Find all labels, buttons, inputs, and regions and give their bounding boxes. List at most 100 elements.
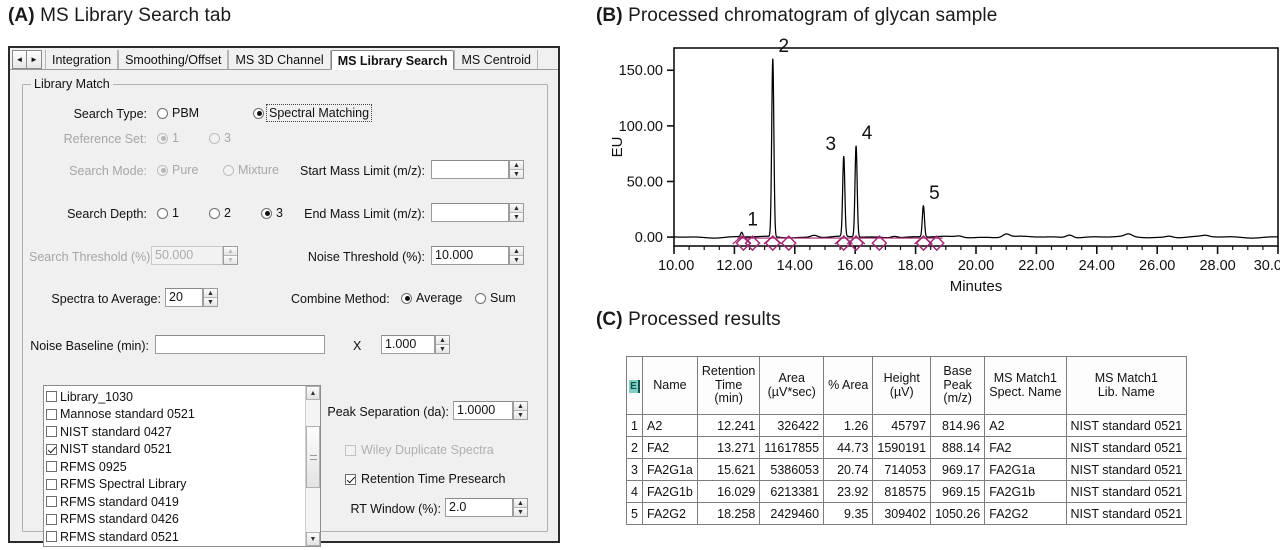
checkbox-icon[interactable] bbox=[46, 391, 57, 403]
spin-up-icon[interactable]: ▲ bbox=[224, 247, 237, 256]
scroll-down-icon[interactable]: ▼ bbox=[306, 532, 320, 546]
search-threshold-input[interactable]: 50.000 bbox=[151, 246, 223, 265]
cell-rt[interactable]: 18.258 bbox=[696, 502, 761, 525]
list-item[interactable]: RFMS standard 0426 bbox=[46, 511, 305, 529]
start-mass-limit-stepper[interactable]: ▲ ▼ bbox=[509, 160, 524, 179]
column-header-ms-match1-spect-name[interactable]: MS Match1 Spect. Name bbox=[984, 356, 1067, 415]
tab-smoothing-offset[interactable]: Smoothing/Offset bbox=[118, 50, 229, 69]
search-mode-pure-radio[interactable]: Pure bbox=[157, 163, 198, 177]
list-item[interactable]: RFMS standard 0419 bbox=[46, 493, 305, 511]
cell-area[interactable]: 5386053 bbox=[759, 458, 825, 481]
checkbox-icon[interactable] bbox=[46, 496, 57, 508]
column-header-retention-time[interactable]: Retention Time (min) bbox=[696, 356, 761, 415]
tab-ms-library-search[interactable]: MS Library Search bbox=[330, 50, 455, 70]
column-header-percent-area[interactable]: % Area bbox=[823, 356, 874, 415]
column-header-base-peak[interactable]: Base Peak (m/z) bbox=[930, 356, 986, 415]
row-number[interactable]: 5 bbox=[626, 502, 643, 525]
peak-separation-input[interactable]: 1.0000 bbox=[453, 401, 513, 420]
spin-down-icon[interactable]: ▼ bbox=[204, 298, 217, 306]
scrollbar-track[interactable] bbox=[306, 400, 320, 532]
library-list-scrollbar[interactable]: ▲ ▼ bbox=[305, 386, 320, 546]
cell-name[interactable]: FA2G1b bbox=[642, 480, 698, 503]
cell-name[interactable]: FA2G2 bbox=[642, 502, 698, 525]
list-item[interactable]: RFMS 0925 bbox=[46, 458, 305, 476]
row-number[interactable]: 1 bbox=[626, 414, 643, 437]
combine-method-average-radio[interactable]: Average bbox=[401, 291, 462, 305]
cell-rt[interactable]: 15.621 bbox=[696, 458, 761, 481]
row-number[interactable]: 4 bbox=[626, 480, 643, 503]
table-row[interactable]: 3 FA2G1a 15.621 5386053 20.74 714053 969.17 FA2… bbox=[626, 458, 1188, 481]
cell-basepk[interactable]: 888.14 bbox=[930, 436, 986, 459]
noise-baseline-factor-stepper[interactable]: ▲ ▼ bbox=[435, 335, 450, 354]
end-mass-limit-stepper[interactable]: ▲ ▼ bbox=[509, 203, 524, 222]
cell-area[interactable]: 2429460 bbox=[759, 502, 825, 525]
column-header-height[interactable]: Height (µV) bbox=[872, 356, 932, 415]
end-mass-limit-input[interactable] bbox=[431, 203, 509, 222]
noise-threshold-input[interactable]: 10.000 bbox=[431, 246, 509, 265]
cell-spect[interactable]: FA2G1b bbox=[984, 480, 1067, 503]
column-header-name[interactable]: Name bbox=[642, 356, 698, 415]
cell-area[interactable]: 11617855 bbox=[759, 436, 825, 459]
list-item[interactable]: NIST standard 0521 bbox=[46, 441, 305, 459]
spin-up-icon[interactable]: ▲ bbox=[204, 289, 217, 298]
retention-time-presearch-checkbox[interactable]: Retention Time Presearch bbox=[345, 472, 506, 486]
rt-window-stepper[interactable]: ▲ ▼ bbox=[513, 498, 528, 517]
cell-basepk[interactable]: 969.17 bbox=[930, 458, 986, 481]
cell-parea[interactable]: 44.73 bbox=[823, 436, 874, 459]
cell-rt[interactable]: 12.241 bbox=[696, 414, 761, 437]
table-row[interactable]: 4 FA2G1b 16.029 6213381 23.92 818575 969.15 FA2… bbox=[626, 480, 1188, 503]
noise-baseline-factor-input[interactable]: 1.000 bbox=[381, 335, 435, 354]
search-depth-2-radio[interactable]: 2 bbox=[209, 206, 231, 220]
row-number[interactable]: 3 bbox=[626, 458, 643, 481]
tab-scroll-right-icon[interactable]: ► bbox=[27, 50, 42, 69]
table-corner-cell[interactable]: E bbox=[626, 356, 643, 415]
list-item[interactable]: NIST standard 0427 bbox=[46, 423, 305, 441]
cell-parea[interactable]: 20.74 bbox=[823, 458, 874, 481]
reference-set-1-radio[interactable]: 1 bbox=[157, 131, 179, 145]
cell-lib[interactable]: NIST standard 0521 bbox=[1065, 480, 1188, 503]
search-depth-1-radio[interactable]: 1 bbox=[157, 206, 179, 220]
table-row[interactable]: 5 FA2G2 18.258 2429460 9.35 309402 1050.26 FA2G… bbox=[626, 502, 1188, 525]
spin-up-icon[interactable]: ▲ bbox=[436, 336, 449, 345]
wiley-duplicate-spectra-checkbox[interactable]: Wiley Duplicate Spectra bbox=[345, 443, 494, 457]
spin-down-icon[interactable]: ▼ bbox=[514, 411, 527, 419]
cell-rt[interactable]: 13.271 bbox=[696, 436, 761, 459]
spin-up-icon[interactable]: ▲ bbox=[514, 499, 527, 508]
checkbox-icon[interactable] bbox=[46, 531, 57, 543]
checkbox-icon[interactable] bbox=[46, 478, 57, 490]
cell-spect[interactable]: FA2 bbox=[984, 436, 1067, 459]
cell-parea[interactable]: 9.35 bbox=[823, 502, 874, 525]
reference-set-3-radio[interactable]: 3 bbox=[209, 131, 231, 145]
checkbox-icon[interactable] bbox=[46, 426, 57, 438]
spin-up-icon[interactable]: ▲ bbox=[510, 204, 523, 213]
cell-parea[interactable]: 1.26 bbox=[823, 414, 874, 437]
spin-down-icon[interactable]: ▼ bbox=[510, 213, 523, 221]
spectra-to-average-input[interactable]: 20 bbox=[165, 288, 203, 307]
search-threshold-stepper[interactable]: ▲ ▼ bbox=[223, 246, 238, 265]
list-item[interactable]: Mannose standard 0521 bbox=[46, 406, 305, 424]
tab-scroll-left-icon[interactable]: ◄ bbox=[12, 50, 27, 69]
spin-down-icon[interactable]: ▼ bbox=[436, 345, 449, 353]
noise-threshold-stepper[interactable]: ▲ ▼ bbox=[509, 246, 524, 265]
spectra-to-average-stepper[interactable]: ▲ ▼ bbox=[203, 288, 218, 307]
cell-height[interactable]: 818575 bbox=[872, 480, 932, 503]
cell-height[interactable]: 1590191 bbox=[872, 436, 932, 459]
cell-lib[interactable]: NIST standard 0521 bbox=[1065, 414, 1188, 437]
row-number[interactable]: 2 bbox=[626, 436, 643, 459]
noise-baseline-input[interactable] bbox=[155, 335, 325, 354]
cell-spect[interactable]: FA2G1a bbox=[984, 458, 1067, 481]
cell-parea[interactable]: 23.92 bbox=[823, 480, 874, 503]
scroll-up-icon[interactable]: ▲ bbox=[306, 386, 320, 400]
cell-area[interactable]: 326422 bbox=[759, 414, 825, 437]
cell-rt[interactable]: 16.029 bbox=[696, 480, 761, 503]
scrollbar-thumb[interactable] bbox=[306, 426, 320, 488]
column-header-ms-match1-lib-name[interactable]: MS Match1 Lib. Name bbox=[1065, 356, 1188, 415]
cell-lib[interactable]: NIST standard 0521 bbox=[1065, 436, 1188, 459]
tab-ms-centroid[interactable]: MS Centroid bbox=[454, 50, 538, 69]
spin-up-icon[interactable]: ▲ bbox=[514, 402, 527, 411]
list-item[interactable]: RFMS standard 0521 bbox=[46, 528, 305, 546]
spin-down-icon[interactable]: ▼ bbox=[510, 170, 523, 178]
cell-basepk[interactable]: 1050.26 bbox=[930, 502, 986, 525]
spin-down-icon[interactable]: ▼ bbox=[514, 508, 527, 516]
cell-name[interactable]: FA2G1a bbox=[642, 458, 698, 481]
